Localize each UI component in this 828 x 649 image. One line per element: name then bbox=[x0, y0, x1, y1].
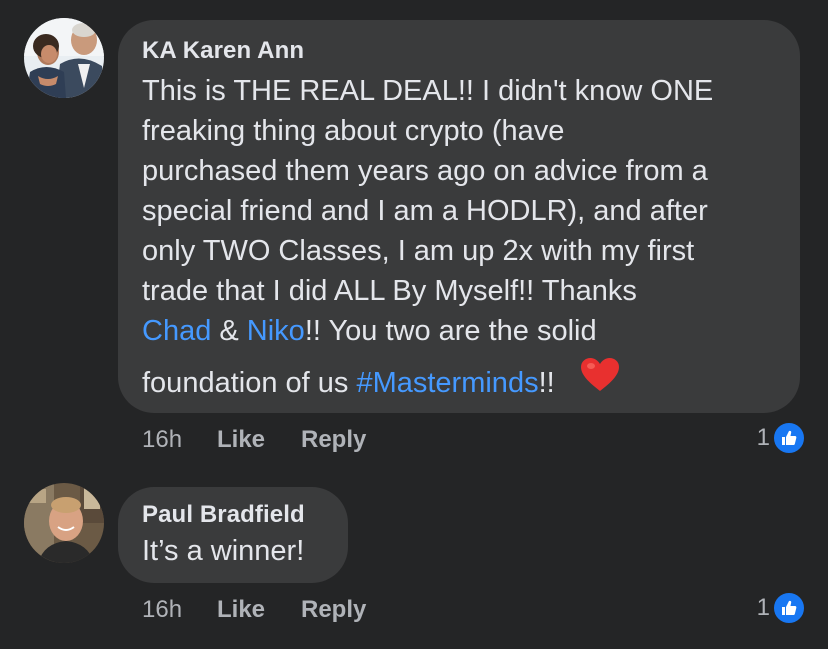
thumbs-up-icon bbox=[772, 421, 806, 455]
red-heart-icon bbox=[580, 358, 619, 405]
comment-line: purchased them years ago on advice from … bbox=[142, 155, 708, 187]
like-button[interactable]: Like bbox=[217, 596, 265, 624]
comment-line: Chad & Niko!! You two are the solid bbox=[142, 311, 800, 351]
avatar-photo bbox=[24, 483, 104, 563]
text-ampersand: & bbox=[211, 315, 247, 347]
comment-line: foundation of us #Masterminds!! bbox=[142, 358, 800, 408]
comment-line: It’s a winner! bbox=[142, 535, 305, 567]
like-button[interactable]: Like bbox=[217, 426, 265, 454]
comment-line: freaking thing about crypto (have bbox=[142, 115, 565, 147]
comment-line: This is THE REAL DEAL!! I didn't know ON… bbox=[142, 75, 714, 107]
avatar-photo bbox=[24, 18, 104, 98]
reaction-count: 1 bbox=[756, 424, 770, 451]
text-fragment: foundation of us bbox=[142, 367, 357, 400]
comment-timestamp[interactable]: 16h bbox=[142, 426, 182, 454]
mention-chad[interactable]: Chad bbox=[142, 315, 211, 347]
comment-text: This is THE REAL DEAL!! I didn't know ON… bbox=[142, 71, 800, 408]
mention-niko[interactable]: Niko bbox=[247, 315, 305, 347]
avatar[interactable] bbox=[24, 18, 104, 98]
text-fragment: !! bbox=[538, 367, 555, 400]
reaction-count: 1 bbox=[756, 594, 770, 621]
comment-line: special friend and I am a HODLR), and af… bbox=[142, 195, 708, 227]
comment-bubble: KA Karen Ann This is THE REAL DEAL!! I d… bbox=[118, 20, 800, 413]
comment-timestamp[interactable]: 16h bbox=[142, 596, 182, 624]
reaction-summary[interactable]: 1 bbox=[757, 421, 806, 455]
text-fragment: !! You two are the solid bbox=[304, 315, 597, 347]
comment-line: trade that I did ALL By Myself!! Thanks bbox=[142, 275, 637, 307]
reaction-summary[interactable]: 1 bbox=[757, 591, 806, 625]
reply-button[interactable]: Reply bbox=[301, 596, 366, 624]
hashtag-masterminds[interactable]: #Masterminds bbox=[356, 367, 538, 399]
comment-line: only TWO Classes, I am up 2x with my fir… bbox=[142, 235, 695, 267]
comment-bubble: Paul Bradfield It’s a winner! bbox=[118, 487, 348, 583]
avatar[interactable] bbox=[24, 483, 104, 563]
reply-button[interactable]: Reply bbox=[301, 426, 366, 454]
comment-author[interactable]: KA Karen Ann bbox=[142, 37, 800, 65]
comment-author[interactable]: Paul Bradfield bbox=[142, 501, 348, 529]
comment-text: It’s a winner! bbox=[142, 531, 348, 571]
thumbs-up-icon bbox=[772, 591, 806, 625]
